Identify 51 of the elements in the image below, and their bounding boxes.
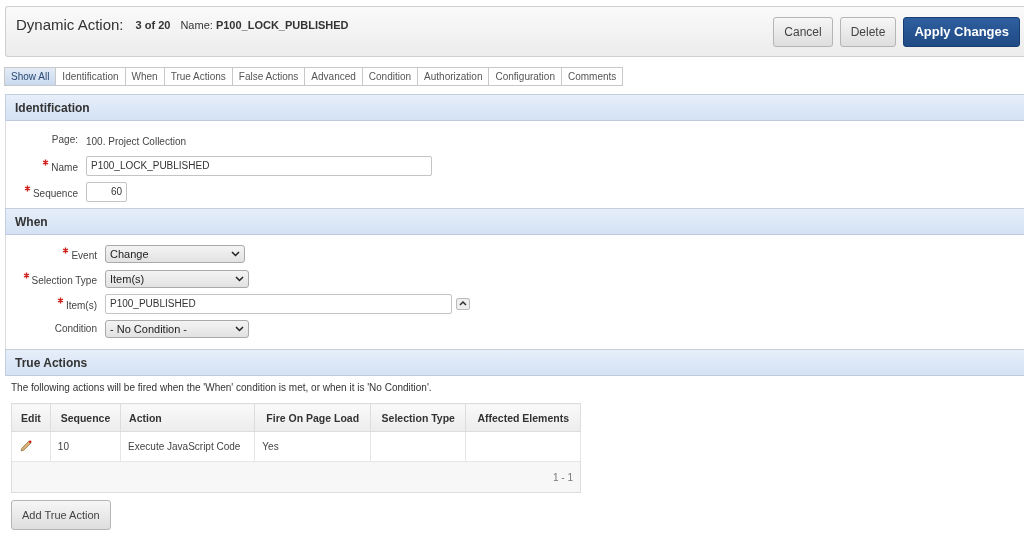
- chevron-down-icon: [235, 325, 244, 332]
- tab[interactable]: Configuration: [488, 67, 562, 86]
- tab[interactable]: True Actions: [163, 67, 233, 86]
- table-cell: Yes: [254, 431, 371, 462]
- action-button[interactable]: Cancel: [773, 16, 833, 47]
- pencil-icon[interactable]: [19, 438, 33, 453]
- select-field[interactable]: Change: [105, 244, 245, 263]
- field-value: 100. Project Collection: [86, 135, 187, 147]
- record-name: Name: P100_LOCK_PUBLISHED: [180, 18, 349, 31]
- pagination-text: 1 - 1: [553, 471, 573, 483]
- chevron-down-icon: [231, 250, 240, 257]
- column-header: Action: [120, 403, 255, 432]
- chevron-down-icon: [235, 275, 244, 282]
- select-field[interactable]: - No Condition -: [105, 319, 249, 338]
- field-label: Item(s): [6, 296, 97, 311]
- action-button[interactable]: Delete: [839, 16, 897, 47]
- tab[interactable]: Advanced: [304, 67, 363, 86]
- tab[interactable]: When: [124, 67, 165, 86]
- field-label: Event: [6, 246, 97, 261]
- page-title: Dynamic Action:: [16, 16, 124, 33]
- field-label: Condition: [53, 323, 97, 334]
- add-true-action-button[interactable]: Add True Action: [11, 500, 111, 530]
- column-header: Affected Elements: [465, 403, 581, 432]
- section-header: Identification: [5, 94, 1024, 121]
- tab[interactable]: Identification: [55, 67, 126, 86]
- column-header: Sequence: [50, 403, 121, 432]
- field-label: Selection Type: [6, 271, 97, 286]
- field-label: Page:: [50, 134, 78, 145]
- text-field[interactable]: P100_PUBLISHED: [105, 293, 452, 314]
- column-header: Edit: [11, 403, 51, 432]
- section-header: When: [5, 208, 1024, 235]
- section-description: The following actions will be fired when the 'When' condition is met, or when it is 'No Condition'.: [11, 382, 433, 393]
- field-label: Name: [6, 158, 78, 173]
- expand-button[interactable]: [456, 297, 470, 310]
- chevron-up-icon: [459, 301, 467, 306]
- tab[interactable]: False Actions: [231, 67, 306, 86]
- table-cell: 10: [50, 431, 121, 462]
- tab[interactable]: Condition: [361, 67, 419, 86]
- select-field[interactable]: Item(s): [105, 269, 249, 288]
- number-field[interactable]: 60: [86, 181, 127, 202]
- tab[interactable]: Authorization: [417, 67, 490, 86]
- field-label: Sequence: [6, 184, 78, 199]
- record-position: 3 of 20: [135, 18, 171, 31]
- apply-button[interactable]: Apply Changes: [903, 16, 1020, 47]
- table-cell: Execute JavaScript Code: [120, 431, 255, 462]
- tab[interactable]: Show All: [4, 67, 57, 86]
- section-header: True Actions: [5, 349, 1024, 376]
- column-header: Fire On Page Load: [254, 403, 371, 432]
- text-field[interactable]: P100_LOCK_PUBLISHED: [86, 155, 432, 176]
- column-header: Selection Type: [370, 403, 466, 432]
- tab[interactable]: Comments: [560, 67, 624, 86]
